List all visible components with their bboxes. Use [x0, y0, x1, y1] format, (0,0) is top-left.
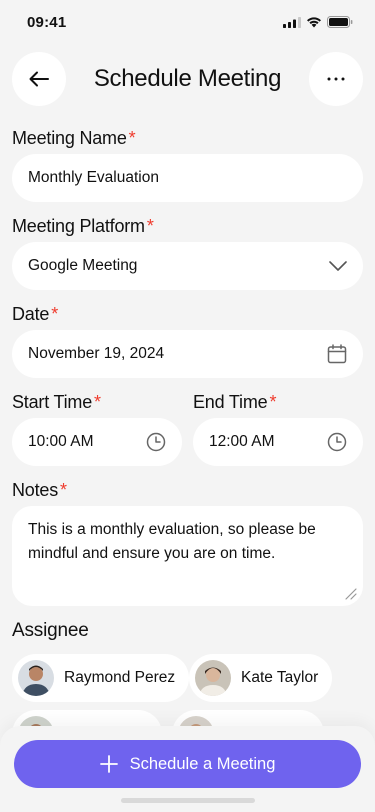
schedule-meeting-label: Schedule a Meeting	[129, 754, 276, 773]
meeting-platform-value: Google Meeting	[28, 257, 138, 274]
wifi-icon	[307, 17, 321, 28]
required-marker: *	[128, 128, 136, 148]
avatar	[18, 660, 54, 696]
start-time-value: 10:00 AM	[28, 433, 94, 450]
end-time-input[interactable]: 12:00 AM	[193, 418, 363, 466]
calendar-icon[interactable]	[327, 344, 347, 364]
date-input[interactable]: November 19, 2024	[12, 330, 363, 378]
home-indicator	[121, 798, 255, 803]
notes-value: This is a monthly evaluation, so please …	[28, 521, 316, 562]
more-horizontal-icon	[327, 77, 345, 81]
signal-icon	[283, 16, 301, 28]
meeting-name-input[interactable]: Monthly Evaluation	[12, 154, 363, 202]
assignee-chip[interactable]: Raymond Perez	[12, 654, 190, 702]
date-label-text: Date	[12, 304, 50, 324]
assignee-label-text: Assignee	[12, 620, 89, 641]
meeting-platform-select[interactable]: Google Meeting	[12, 242, 363, 290]
plus-icon	[99, 755, 118, 773]
meeting-platform-label-text: Meeting Platform	[12, 216, 145, 236]
arrow-left-icon	[29, 71, 49, 87]
header: Schedule Meeting	[12, 52, 363, 106]
schedule-meeting-button[interactable]: Schedule a Meeting	[14, 740, 361, 788]
notes-label: Notes *	[12, 480, 67, 501]
required-marker: *	[60, 480, 67, 500]
required-marker: *	[94, 392, 101, 412]
meeting-name-label: Meeting Name *	[12, 128, 136, 149]
start-time-label-text: Start Time	[12, 392, 93, 412]
required-marker: *	[146, 216, 154, 236]
end-time-label-text: End Time	[193, 392, 268, 412]
more-options-button[interactable]	[309, 52, 363, 106]
assignee-name: Kate Taylor	[241, 669, 319, 686]
date-label: Date *	[12, 304, 58, 325]
meeting-name-label-text: Meeting Name	[12, 128, 127, 148]
status-icons	[283, 16, 353, 28]
start-time-input[interactable]: 10:00 AM	[12, 418, 182, 466]
back-button[interactable]	[12, 52, 66, 106]
notes-label-text: Notes	[12, 480, 59, 500]
assignee-name: Raymond Perez	[64, 669, 176, 686]
clock-icon[interactable]	[327, 432, 347, 452]
required-marker: *	[51, 304, 59, 324]
end-time-label: End Time *	[193, 392, 276, 413]
meeting-name-value: Monthly Evaluation	[28, 169, 159, 186]
required-marker: *	[269, 392, 277, 412]
assignee-label: Assignee	[12, 620, 89, 642]
resize-handle-icon[interactable]	[343, 586, 357, 600]
clock-icon[interactable]	[146, 432, 166, 452]
chevron-down-icon	[329, 261, 347, 271]
date-value: November 19, 2024	[28, 345, 165, 362]
status-bar: 09:41	[0, 0, 375, 44]
page-title: Schedule Meeting	[93, 65, 282, 92]
status-time: 09:41	[27, 13, 67, 31]
end-time-value: 12:00 AM	[209, 433, 275, 450]
start-time-label: Start Time *	[12, 392, 101, 413]
battery-icon	[327, 16, 353, 28]
avatar	[195, 660, 231, 696]
assignee-chip[interactable]: Kate Taylor	[189, 654, 333, 702]
meeting-platform-label: Meeting Platform *	[12, 216, 154, 237]
notes-textarea[interactable]: This is a monthly evaluation, so please …	[12, 506, 363, 606]
